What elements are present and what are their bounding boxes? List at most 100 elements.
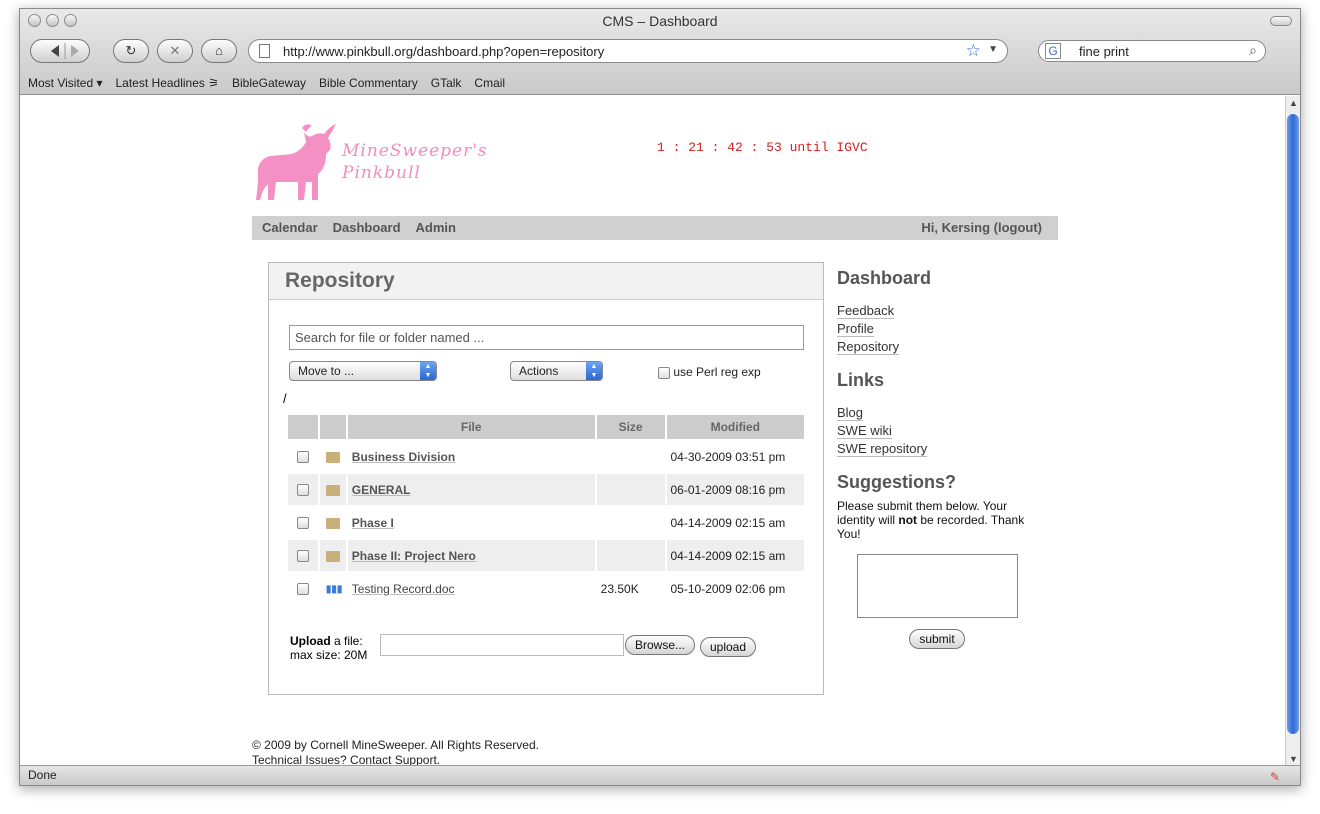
- site-nav: Calendar Dashboard Admin Hi, Kersing (logo…: [252, 216, 1058, 240]
- perl-regexp-checkbox[interactable]: [658, 366, 670, 379]
- header-size[interactable]: Size: [596, 415, 665, 439]
- upload-label-rest: a file:: [330, 634, 363, 648]
- folder-icon: [325, 517, 340, 529]
- search-icon[interactable]: ⌕: [1249, 42, 1257, 59]
- user-greeting[interactable]: Hi, Kersing (logout): [921, 216, 1042, 240]
- nav-dashboard[interactable]: Dashboard: [333, 220, 401, 235]
- window-title: CMS – Dashboard: [602, 13, 718, 29]
- sidebar-links-title: Links: [837, 370, 885, 390]
- suggestion-textarea[interactable]: [857, 554, 1018, 618]
- stop-button[interactable]: ✕: [157, 39, 193, 63]
- folder-icon: [325, 484, 340, 496]
- nav-admin[interactable]: Admin: [416, 220, 456, 235]
- bull-logo-icon: [256, 124, 336, 200]
- upload-label: Upload a file: max size: 20M: [290, 634, 367, 662]
- scrollbar-thumb[interactable]: [1287, 114, 1299, 734]
- scroll-down-icon[interactable]: ▼: [1289, 754, 1298, 764]
- upload-button[interactable]: upload: [700, 637, 756, 657]
- table-row: ▮▮▮ Testing Record.doc 23.50K 05-10-2009…: [288, 573, 804, 604]
- row-checkbox[interactable]: [296, 484, 309, 497]
- file-link[interactable]: Phase II: Project Nero: [352, 549, 476, 563]
- status-bar: Done ✎: [20, 765, 1300, 785]
- sidebar-link-repository[interactable]: Repository: [837, 339, 900, 355]
- status-text: Done: [28, 768, 57, 782]
- file-link[interactable]: Testing Record.doc: [352, 582, 455, 596]
- header-select: [288, 415, 318, 439]
- bookmark-item[interactable]: Cmail: [474, 76, 505, 90]
- bookmark-item[interactable]: BibleGateway: [232, 76, 306, 90]
- addon-icon[interactable]: ✎: [1270, 768, 1280, 785]
- sidebar-link-blog[interactable]: Blog: [837, 405, 864, 421]
- sidebar-link-swe-repository[interactable]: SWE repository: [837, 441, 928, 457]
- reload-button[interactable]: ↻: [113, 39, 149, 63]
- toolbar-toggle-button[interactable]: [1270, 16, 1292, 26]
- file-modified: 04-14-2009 02:15 am: [670, 515, 786, 530]
- nav-calendar[interactable]: Calendar: [262, 220, 318, 235]
- search-input[interactable]: fine print: [1079, 44, 1129, 59]
- sidebar-link-profile[interactable]: Profile: [837, 321, 874, 337]
- submit-button[interactable]: submit: [909, 629, 965, 649]
- repository-panel: Repository Search for file or folder nam…: [268, 262, 824, 695]
- suggestions-text: Please submit them below. Your identity …: [837, 499, 1047, 541]
- file-size: [597, 441, 665, 472]
- brand-name: MineSweeper's Pinkbull: [342, 140, 488, 184]
- move-to-select[interactable]: Move to ... ▲ ▼: [289, 361, 437, 381]
- brand-line-1: MineSweeper's: [342, 141, 488, 161]
- table-row: GENERAL 06-01-2009 08:16 pm: [288, 474, 804, 505]
- site-logo[interactable]: MineSweeper's Pinkbull: [252, 120, 487, 204]
- file-search-input[interactable]: Search for file or folder named ...: [289, 325, 804, 350]
- bookmark-item[interactable]: Most Visited ▾: [28, 76, 103, 90]
- vertical-scrollbar[interactable]: ▲ ▼: [1285, 96, 1300, 766]
- scroll-up-icon[interactable]: ▲: [1289, 98, 1298, 108]
- row-checkbox[interactable]: [296, 550, 309, 563]
- reload-icon: ↻: [125, 43, 137, 58]
- header-icon: [319, 415, 346, 439]
- countdown-timer: 1 : 21 : 42 : 53 until IGVC: [657, 140, 868, 155]
- current-path: /: [283, 391, 287, 406]
- row-checkbox[interactable]: [296, 517, 309, 530]
- stop-icon: ✕: [169, 43, 181, 58]
- sidebar-link-swe-wiki[interactable]: SWE wiki: [837, 423, 892, 439]
- file-size: 23.50K: [600, 581, 639, 596]
- actions-label: Actions: [519, 364, 559, 378]
- perl-regexp-option: use Perl reg exp: [658, 365, 761, 379]
- sidebar: Dashboard Feedback Profile Repository Li…: [837, 268, 1047, 649]
- chevron-down-icon[interactable]: ▼: [988, 44, 998, 55]
- file-table: File Size Modified Business Division 04-…: [286, 413, 806, 606]
- file-modified: 05-10-2009 02:06 pm: [670, 581, 786, 596]
- bookmark-item[interactable]: GTalk: [431, 76, 462, 90]
- row-checkbox[interactable]: [296, 451, 309, 464]
- footer: © 2009 by Cornell MineSweeper. All Right…: [252, 738, 539, 766]
- address-text: http://www.pinkbull.org/dashboard.php?op…: [283, 44, 605, 59]
- bookmark-item[interactable]: Latest Headlines ⚞: [116, 76, 219, 90]
- file-link[interactable]: GENERAL: [352, 483, 411, 497]
- header-file[interactable]: File: [347, 415, 595, 439]
- file-modified: 04-30-2009 03:51 pm: [670, 449, 786, 464]
- actions-select[interactable]: Actions ▲ ▼: [510, 361, 603, 381]
- sidebar-link-feedback[interactable]: Feedback: [837, 303, 895, 319]
- home-button[interactable]: ⌂: [201, 39, 237, 63]
- page-content: MineSweeper's Pinkbull 1 : 21 : 42 : 53 u…: [20, 96, 1285, 766]
- brand-line-2: Pinkbull: [342, 163, 421, 183]
- browse-button[interactable]: Browse...: [625, 635, 695, 655]
- back-forward-button[interactable]: [30, 39, 90, 63]
- row-checkbox[interactable]: [296, 583, 309, 596]
- bookmark-item[interactable]: Bible Commentary: [319, 76, 418, 90]
- table-row: Business Division 04-30-2009 03:51 pm: [288, 441, 804, 472]
- browser-window: CMS – Dashboard ↻ ✕ ⌂ http://www.pinkbul…: [19, 8, 1301, 786]
- file-size: [597, 507, 665, 538]
- bookmark-star-icon[interactable]: ☆: [966, 41, 981, 61]
- upload-file-field[interactable]: [380, 634, 624, 656]
- file-modified: 04-14-2009 02:15 am: [666, 540, 804, 571]
- select-arrows-icon: ▲ ▼: [586, 362, 602, 380]
- search-engine-icon[interactable]: G: [1045, 43, 1061, 59]
- bookmarks-bar: Most Visited ▾ Latest Headlines ⚞ BibleGat…: [28, 76, 518, 90]
- upload-max-size: max size: 20M: [290, 648, 368, 662]
- move-to-label: Move to ...: [298, 364, 355, 378]
- header-modified[interactable]: Modified: [666, 415, 804, 439]
- file-link[interactable]: Business Division: [352, 450, 455, 464]
- table-row: Phase II: Project Nero 04-14-2009 02:15 …: [288, 540, 804, 571]
- address-bar[interactable]: http://www.pinkbull.org/dashboard.php?op…: [248, 39, 1008, 63]
- file-link[interactable]: Phase I: [352, 516, 394, 530]
- search-bar[interactable]: G fine print ⌕: [1038, 40, 1266, 62]
